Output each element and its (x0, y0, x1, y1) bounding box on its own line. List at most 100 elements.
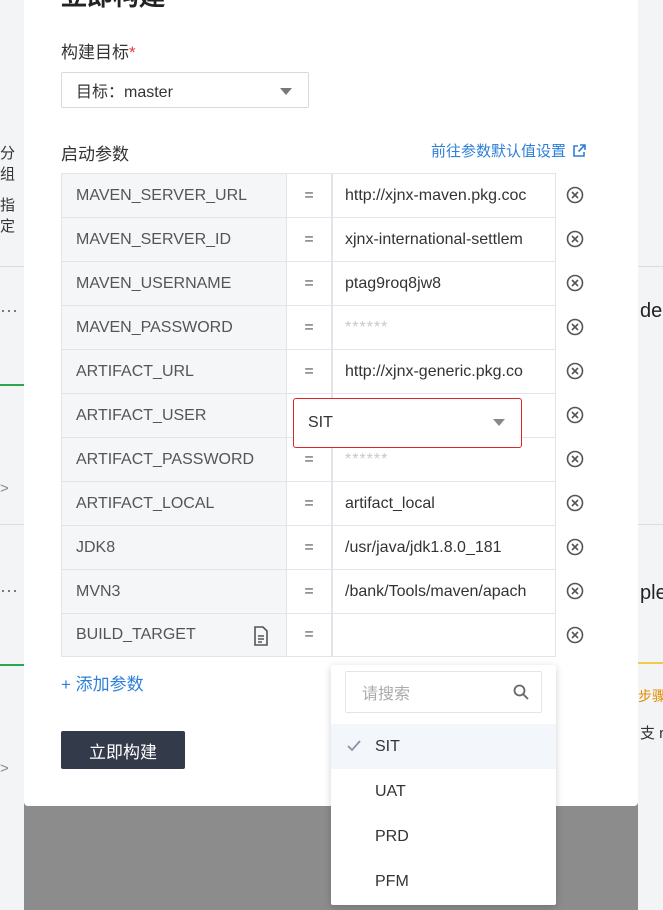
options-dropdown: 请搜索 SIT UAT PRD PFM (331, 665, 556, 905)
param-equals: = (287, 349, 332, 393)
build-target-label-text: 构建目标 (61, 43, 129, 62)
build-target-selected-value: SIT (308, 414, 333, 431)
bg-divider (638, 266, 663, 267)
param-key: MVN3 (61, 569, 287, 613)
param-row: JDK8 = /usr/java/jdk1.8.0_181 (61, 525, 586, 569)
param-key: ARTIFACT_PASSWORD (61, 437, 287, 481)
chevron-down-icon (493, 419, 505, 426)
goto-defaults-link[interactable]: 前往参数默认值设置 (431, 140, 586, 161)
remove-circle-icon[interactable] (565, 581, 585, 601)
option-label: SIT (375, 737, 400, 755)
param-row: MAVEN_SERVER_ID = xjnx-international-set… (61, 217, 586, 261)
bg-divider (0, 266, 24, 267)
param-key: MAVEN_PASSWORD (61, 305, 287, 349)
option-label: UAT (375, 782, 406, 800)
dropdown-search-input[interactable]: 请搜索 (345, 671, 542, 713)
param-key: ARTIFACT_USER (61, 393, 287, 437)
bg-fragment: 步骤 (638, 688, 663, 704)
background-page-right: de ple 步骤 支 r (638, 0, 663, 910)
param-equals: = (287, 305, 332, 349)
param-key: ARTIFACT_LOCAL (61, 481, 287, 525)
chevron-down-icon (280, 88, 292, 95)
dropdown-option-sit[interactable]: SIT (331, 724, 556, 769)
bg-fragment: 分组 (0, 145, 16, 183)
param-value-input[interactable]: http://xjnx-generic.pkg.co (332, 349, 556, 393)
remove-circle-icon[interactable] (565, 317, 585, 337)
external-link-icon (573, 143, 586, 157)
bg-yellow-line (638, 662, 663, 664)
param-equals: = (287, 217, 332, 261)
param-row: ARTIFACT_LOCAL = artifact_local (61, 481, 586, 525)
param-key: JDK8 (61, 525, 287, 569)
remove-circle-icon[interactable] (565, 493, 585, 513)
bg-divider (638, 524, 663, 525)
remove-circle-icon[interactable] (565, 229, 585, 249)
param-row: MAVEN_PASSWORD = ****** (61, 305, 586, 349)
bg-fragment: ple (640, 582, 663, 604)
remove-circle-icon[interactable] (565, 625, 585, 645)
background-page-left: 分组 指定 ··· > ··· > (0, 0, 24, 910)
bg-fragment: de (640, 300, 663, 322)
build-now-button[interactable]: 立即构建 (61, 731, 185, 769)
bg-green-line (0, 384, 24, 386)
param-key: MAVEN_SERVER_ID (61, 217, 287, 261)
param-key: MAVEN_USERNAME (61, 261, 287, 305)
build-target-value-select[interactable]: SIT (293, 398, 522, 448)
param-value-input[interactable]: artifact_local (332, 481, 556, 525)
bg-fragment: 指定 (0, 197, 16, 235)
remove-circle-icon[interactable] (565, 537, 585, 557)
build-target-value: 目标：master (76, 84, 173, 101)
param-value-input[interactable]: http://xjnx-maven.pkg.coc (332, 173, 556, 217)
param-key: BUILD_TARGET (61, 613, 287, 657)
dropdown-option-pfm[interactable]: PFM (331, 859, 556, 904)
dropdown-options: SIT UAT PRD PFM (331, 724, 556, 904)
param-equals: = (287, 525, 332, 569)
remove-circle-icon[interactable] (565, 405, 585, 425)
param-row: MAVEN_USERNAME = ptag9roq8jw8 (61, 261, 586, 305)
param-value-input[interactable]: ****** (332, 305, 556, 349)
option-label: PRD (375, 827, 409, 845)
option-label: PFM (375, 872, 409, 890)
remove-circle-icon[interactable] (565, 361, 585, 381)
param-equals: = (287, 173, 332, 217)
param-row: ARTIFACT_URL = http://xjnx-generic.pkg.c… (61, 349, 586, 393)
document-icon[interactable] (252, 626, 270, 646)
param-row: MVN3 = /bank/Tools/maven/apach (61, 569, 586, 613)
dropdown-option-prd[interactable]: PRD (331, 814, 556, 859)
param-equals: = (287, 613, 332, 657)
param-equals: = (287, 569, 332, 613)
goto-defaults-link-text: 前往参数默认值设置 (430, 143, 566, 160)
param-key: ARTIFACT_URL (61, 349, 287, 393)
param-value-input[interactable]: /usr/java/jdk1.8.0_181 (332, 525, 556, 569)
bg-divider (0, 524, 24, 525)
dialog-title: 立即构建 (61, 0, 165, 13)
bg-green-line (0, 664, 24, 666)
search-icon (513, 684, 529, 700)
param-key-text: BUILD_TARGET (76, 626, 196, 643)
dropdown-option-uat[interactable]: UAT (331, 769, 556, 814)
bg-fragment: > (0, 760, 9, 777)
build-target-label: 构建目标* (61, 38, 136, 63)
param-row: BUILD_TARGET = (61, 613, 586, 657)
remove-circle-icon[interactable] (565, 273, 585, 293)
param-equals: = (287, 261, 332, 305)
bg-fragment: 支 r (640, 725, 663, 742)
dropdown-search-placeholder: 请搜索 (362, 686, 411, 703)
param-row: MAVEN_SERVER_URL = http://xjnx-maven.pkg… (61, 173, 586, 217)
build-target-select[interactable]: 目标：master (61, 72, 309, 108)
bg-fragment: > (0, 480, 9, 497)
param-value-input[interactable]: xjnx-international-settlem (332, 217, 556, 261)
param-key: MAVEN_SERVER_URL (61, 173, 287, 217)
start-params-label: 启动参数 (61, 145, 129, 164)
param-equals: = (287, 481, 332, 525)
required-mark: * (129, 43, 136, 62)
param-value-cell (332, 613, 556, 657)
add-param-link[interactable]: + 添加参数 (61, 670, 144, 695)
param-value-input[interactable]: ptag9roq8jw8 (332, 261, 556, 305)
param-value-input[interactable]: /bank/Tools/maven/apach (332, 569, 556, 613)
remove-circle-icon[interactable] (565, 449, 585, 469)
check-icon (347, 740, 361, 752)
bg-fragment: ··· (0, 580, 18, 600)
bg-fragment: ··· (0, 300, 18, 320)
remove-circle-icon[interactable] (565, 185, 585, 205)
